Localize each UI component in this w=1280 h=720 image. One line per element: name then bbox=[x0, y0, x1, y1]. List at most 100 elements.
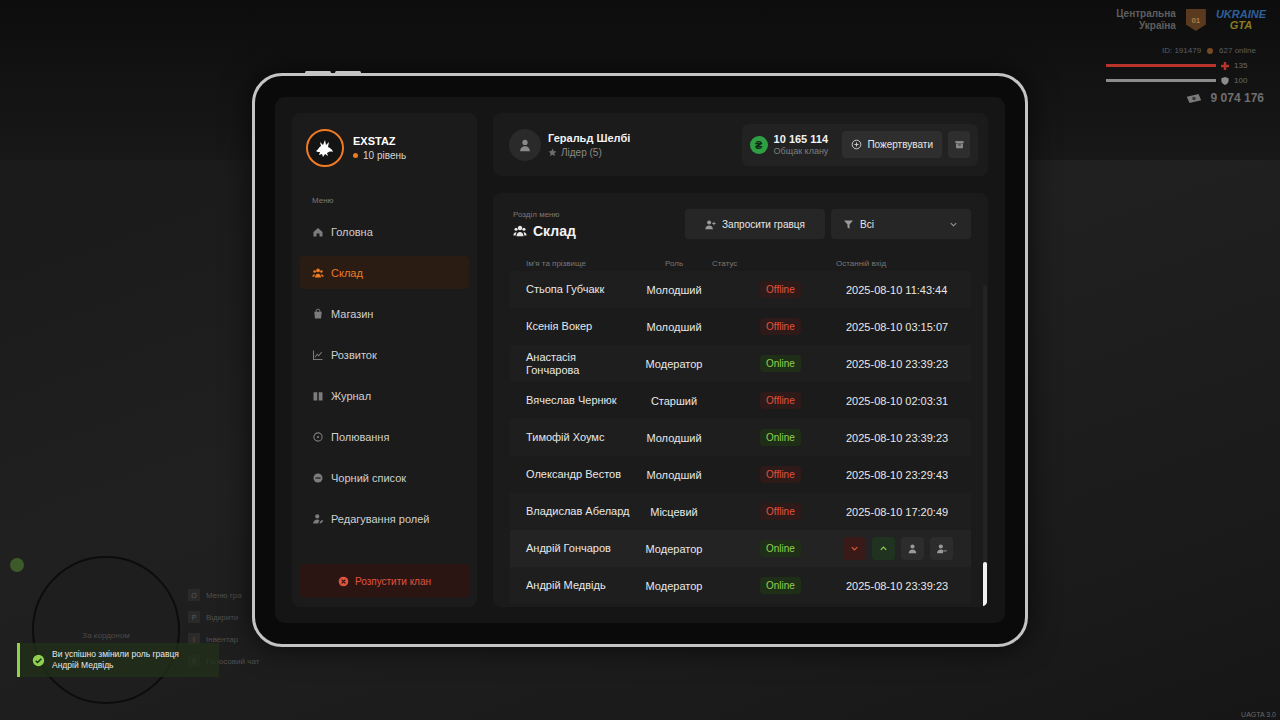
table-row[interactable]: Тимофій Хоумс Молодший Online 2025-08-10… bbox=[510, 419, 971, 456]
sidebar-item[interactable]: Склад bbox=[300, 256, 469, 289]
table-row[interactable]: Олександр Вестов Молодший Offline 2025-0… bbox=[510, 456, 971, 493]
status-badge: Online bbox=[760, 355, 801, 372]
table-row[interactable]: Вячеслав Чернюк Старший Offline 2025-08-… bbox=[510, 382, 971, 419]
status-badge: Offline bbox=[760, 466, 801, 483]
money: 9 074 176 bbox=[1185, 91, 1264, 105]
menu-label: Меню bbox=[312, 196, 469, 205]
panel-body: Розділ меню Склад Запросити гравця Всі І… bbox=[510, 207, 971, 607]
donate-button[interactable]: Пожертвувати bbox=[842, 131, 942, 158]
status-cell: Offline bbox=[712, 503, 836, 520]
disband-button[interactable]: Розпустити клан bbox=[300, 564, 469, 598]
sidebar-item[interactable]: Полювання bbox=[300, 420, 469, 453]
kick-button[interactable] bbox=[930, 537, 953, 560]
money-amount: 9 074 176 bbox=[1211, 91, 1264, 105]
ban-icon bbox=[312, 472, 324, 484]
member-name: Стьопа Губчакк bbox=[526, 283, 636, 295]
stat-fill bbox=[1106, 64, 1216, 67]
profile-button[interactable] bbox=[901, 537, 924, 560]
stat-value: 100 bbox=[1234, 76, 1248, 85]
hud: ЦентральнаУкраїна 01 UKRAINE GTA ID: 191… bbox=[1106, 8, 1266, 105]
notification-text: Ви успішно змінили роль гравцяАндрій Мед… bbox=[52, 649, 179, 670]
brand-logo: UKRAINE GTA bbox=[1216, 9, 1266, 31]
clan-info: EXSTAZ 10 рівень bbox=[353, 135, 406, 161]
disband-label: Розпустити клан bbox=[355, 576, 431, 587]
hint-key: O bbox=[188, 589, 200, 601]
scrollbar-thumb[interactable] bbox=[983, 562, 987, 607]
invite-button[interactable]: Запросити гравця bbox=[685, 209, 825, 239]
member-role: Молодший bbox=[636, 469, 712, 481]
member-name: Анастасія Гончарова bbox=[526, 351, 636, 375]
stat-row: 135 bbox=[1106, 61, 1248, 70]
key-hint: O Меню гра bbox=[188, 588, 259, 602]
column-header: Роль bbox=[636, 259, 712, 268]
region-badge: 01 bbox=[1186, 9, 1206, 31]
sidebar-item[interactable]: Головна bbox=[300, 215, 469, 248]
region-line: Центральна bbox=[1116, 8, 1176, 20]
game-screen: ЦентральнаУкраїна 01 UKRAINE GTA ID: 191… bbox=[0, 0, 1280, 720]
scrollbar[interactable] bbox=[983, 285, 987, 607]
last-login: 2025-08-10 23:39:23 bbox=[836, 580, 971, 592]
filter-dropdown[interactable]: Всі bbox=[831, 209, 971, 239]
table-row[interactable]: Ксенія Вокер Молодший Offline 2025-08-10… bbox=[510, 308, 971, 345]
sidebar-item[interactable]: Чорний список bbox=[300, 461, 469, 494]
main-area: Геральд Шелбі Лідер (5) ₴ 10 165 114 Общ… bbox=[493, 113, 988, 607]
chevron-down-icon bbox=[849, 543, 860, 554]
home-icon bbox=[312, 226, 324, 238]
member-role: Старший bbox=[636, 395, 712, 407]
sidebar-menu: Головна Склад Магазин Розвиток Журнал По… bbox=[300, 215, 469, 535]
table-row[interactable]: Стьопа Губчакк Молодший Offline 2025-08-… bbox=[510, 271, 971, 308]
section-label: Розділ меню bbox=[513, 210, 576, 219]
status-badge: Offline bbox=[760, 281, 801, 298]
storage-button[interactable] bbox=[948, 131, 970, 158]
member-role: Модератор bbox=[636, 580, 712, 592]
sidebar-item[interactable]: Магазин bbox=[300, 297, 469, 330]
section-title: Склад bbox=[513, 223, 576, 239]
table-row[interactable]: Андрій Гончаров Модератор Online bbox=[510, 530, 971, 567]
region-label: ЦентральнаУкраїна bbox=[1116, 8, 1176, 32]
sidebar-item-label: Журнал bbox=[331, 390, 371, 402]
row-actions bbox=[836, 537, 971, 560]
notification-line: Ви успішно змінили роль гравця bbox=[52, 649, 179, 660]
online-count: 627 online bbox=[1219, 46, 1256, 55]
treasury: ₴ 10 165 114 Общак клану Пожертвувати bbox=[742, 124, 978, 166]
status-badge: Online bbox=[760, 577, 801, 594]
sidebar-item[interactable]: Редагування ролей bbox=[300, 502, 469, 535]
avatar bbox=[509, 129, 541, 161]
minimap-label: За кордоном bbox=[82, 631, 129, 640]
member-name: Вячеслав Чернюк bbox=[526, 394, 636, 406]
table-row[interactable]: Анастасія Гончарова Модератор Online 202… bbox=[510, 345, 971, 382]
last-login: 2025-08-10 17:20:49 bbox=[836, 506, 971, 518]
notification: Ви успішно змінили роль гравцяАндрій Мед… bbox=[17, 643, 219, 677]
promote-button[interactable] bbox=[872, 537, 895, 560]
sidebar-item-label: Склад bbox=[331, 267, 363, 279]
table-row[interactable]: Андрій Медвідь Модератор Online 2025-08-… bbox=[510, 567, 971, 604]
table-header: Ім'я та прізвищеРольСтатусОстанній вхід bbox=[510, 255, 971, 271]
tablet-buttons bbox=[305, 71, 361, 74]
table-row[interactable]: Владислав Абелард Місцевий Offline 2025-… bbox=[510, 493, 971, 530]
sidebar-item[interactable]: Журнал bbox=[300, 379, 469, 412]
version-label: UAGTA 3.0 bbox=[1241, 711, 1276, 718]
status-badge: Offline bbox=[760, 318, 801, 335]
member-role: Модератор bbox=[636, 543, 712, 555]
member-role: Молодший bbox=[636, 321, 712, 333]
clan-emblem-icon bbox=[313, 136, 337, 160]
section-titles: Розділ меню Склад bbox=[510, 210, 576, 239]
hint-label: Відкрити bbox=[206, 613, 238, 622]
sidebar-item-label: Розвиток bbox=[331, 349, 377, 361]
clan-header: EXSTAZ 10 рівень bbox=[300, 128, 469, 168]
armor-shield-icon bbox=[1221, 77, 1229, 85]
region-line: Україна bbox=[1139, 20, 1176, 32]
stat-bar bbox=[1106, 79, 1216, 82]
level-dot bbox=[353, 153, 358, 158]
clan-name: EXSTAZ bbox=[353, 135, 406, 147]
clan-level: 10 рівень bbox=[353, 150, 406, 161]
status-cell: Online bbox=[712, 540, 836, 557]
sidebar-item[interactable]: Розвиток bbox=[300, 338, 469, 371]
last-login: 2025-08-10 23:39:23 bbox=[836, 432, 971, 444]
member-name: Андрій Медвідь bbox=[526, 579, 636, 591]
radar-marker bbox=[10, 558, 24, 572]
demote-button[interactable] bbox=[843, 537, 866, 560]
sidebar-item-label: Чорний список bbox=[331, 472, 406, 484]
sidebar-item-label: Магазин bbox=[331, 308, 373, 320]
status-cell: Online bbox=[712, 355, 836, 372]
